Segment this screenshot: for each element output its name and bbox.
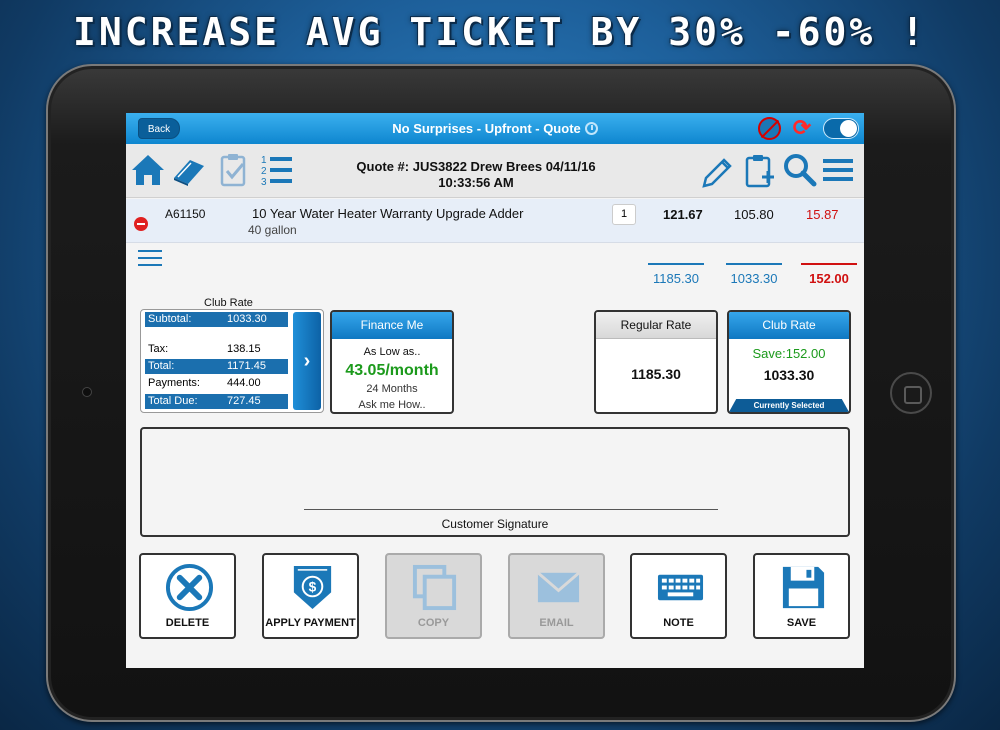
summary-row-total: Total: 1171.45: [145, 359, 288, 374]
club-rate-savings: Save:152.00: [752, 346, 826, 361]
club-rate-price: 1033.30: [763, 367, 815, 383]
apply-payment-button[interactable]: $ APPLY PAYMENT: [262, 553, 359, 639]
finance-card-header: Finance Me: [332, 312, 452, 339]
quote-time-line: 10:33:56 AM: [438, 175, 514, 190]
copy-icon: [412, 564, 457, 611]
quote-header: Quote #: JUS3822 Drew Brees 04/11/16 10:…: [326, 159, 626, 191]
signature-label: Customer Signature: [441, 517, 549, 531]
section-menu-icon[interactable]: [138, 250, 162, 266]
payment-shield-icon: $: [293, 565, 332, 610]
club-summary-title: Club Rate: [204, 297, 253, 309]
total-club: 1033.30: [726, 263, 782, 286]
quote-line-item[interactable]: A61150 10 Year Water Heater Warranty Upg…: [126, 199, 864, 243]
currently-selected-badge: Currently Selected: [729, 399, 849, 412]
delete-label: DELETE: [165, 617, 210, 629]
line-club-price: 105.80: [734, 207, 774, 222]
copy-button[interactable]: COPY: [385, 553, 482, 639]
delete-icon: [165, 563, 214, 612]
line-sub-description: 40 gallon: [248, 223, 297, 237]
summary-value: 138.15: [227, 343, 261, 355]
summary-value: 727.45: [227, 395, 261, 407]
summary-row-payments: Payments: 444.00: [145, 376, 288, 391]
summary-value: 1033.30: [227, 313, 267, 325]
no-image-icon[interactable]: [758, 117, 781, 140]
add-clipboard-icon[interactable]: [742, 152, 778, 188]
club-rate-card[interactable]: Club Rate Save:152.00 1033.30 Currently …: [727, 310, 851, 414]
title-bar: No Surprises - Upfront - Quote Back ⟳: [126, 113, 864, 144]
line-sku: A61150: [165, 207, 206, 221]
line-regular-price: 121.67: [663, 207, 703, 222]
floppy-disk-icon: [782, 566, 825, 609]
summary-label: Total:: [148, 360, 175, 372]
signature-line: [304, 509, 718, 510]
regular-rate-header: Regular Rate: [596, 312, 716, 339]
club-summary-panel: Subtotal: 1033.30 Tax: 138.15 Total: 117…: [140, 309, 324, 413]
svg-text:1: 1: [261, 155, 267, 166]
toolbar: 1 2 3 Quote #: JUS3822 Drew Brees 04/11/…: [126, 144, 864, 198]
summary-label: Total Due:: [148, 395, 198, 407]
svg-text:2: 2: [261, 166, 267, 177]
club-rate-header: Club Rate: [729, 312, 849, 339]
note-button[interactable]: NOTE: [630, 553, 727, 639]
signature-pad[interactable]: Customer Signature: [140, 427, 850, 537]
numbered-list-icon[interactable]: 1 2 3: [258, 152, 294, 188]
svg-text:$: $: [309, 579, 317, 594]
finance-intro: As Low as..: [363, 346, 421, 358]
email-button[interactable]: EMAIL: [508, 553, 605, 639]
edit-pencil-icon[interactable]: [700, 152, 736, 188]
mode-toggle[interactable]: [823, 118, 859, 139]
summary-value: 1171.45: [227, 360, 266, 372]
finance-monthly: 43.05/month: [345, 362, 439, 379]
quote-number-line: Quote #: JUS3822 Drew Brees 04/11/16: [356, 159, 596, 174]
summary-label: Tax:: [148, 343, 169, 355]
total-regular: 1185.30: [648, 263, 704, 286]
svg-text:3: 3: [261, 177, 267, 188]
email-icon: [536, 571, 581, 603]
chevron-right-icon[interactable]: ›: [293, 312, 321, 410]
line-savings: 15.87: [806, 207, 839, 222]
summary-row-total-due: Total Due: 727.45: [145, 394, 288, 409]
note-label: NOTE: [663, 617, 694, 629]
line-quantity[interactable]: 1: [612, 204, 636, 225]
promo-headline: INCREASE AVG TICKET BY 30% -60% !: [73, 10, 927, 54]
regular-rate-card[interactable]: Regular Rate 1185.30: [594, 310, 718, 414]
clock-icon[interactable]: [584, 122, 598, 135]
copy-label: COPY: [417, 617, 450, 629]
email-label: EMAIL: [539, 617, 574, 629]
summary-label: Subtotal:: [148, 313, 192, 325]
save-button[interactable]: SAVE: [753, 553, 850, 639]
remove-line-icon[interactable]: [134, 217, 148, 231]
window-title-text: No Surprises - Upfront - Quote: [392, 121, 581, 136]
summary-label: Payments:: [148, 377, 200, 389]
tablet-camera: [82, 387, 92, 397]
home-icon[interactable]: [130, 152, 166, 188]
finance-term: 24 Months: [366, 383, 418, 395]
sync-icon[interactable]: ⟳: [790, 116, 814, 140]
save-label: SAVE: [786, 617, 817, 629]
catalog-book-icon[interactable]: [170, 152, 206, 188]
total-savings: 152.00: [801, 263, 857, 286]
summary-row-tax: Tax: 138.15: [145, 342, 288, 357]
checklist-clipboard-icon[interactable]: [216, 152, 252, 188]
search-icon[interactable]: [782, 152, 818, 188]
regular-rate-price: 1185.30: [631, 366, 681, 382]
summary-row-subtotal: Subtotal: 1033.30: [145, 312, 288, 327]
summary-value: 444.00: [227, 377, 261, 389]
line-description: 10 Year Water Heater Warranty Upgrade Ad…: [252, 206, 524, 221]
keyboard-icon: [657, 574, 704, 601]
app-screen: No Surprises - Upfront - Quote Back ⟳ 1 …: [126, 113, 864, 668]
window-title: No Surprises - Upfront - Quote: [126, 113, 864, 144]
apply-payment-label: APPLY PAYMENT: [265, 617, 356, 629]
finance-cta: Ask me How..: [358, 399, 426, 411]
back-button[interactable]: Back: [138, 118, 180, 139]
finance-card[interactable]: Finance Me As Low as.. 43.05/month 24 Mo…: [330, 310, 454, 414]
hamburger-menu-icon[interactable]: [820, 152, 856, 188]
tablet-home-button[interactable]: [890, 372, 932, 414]
delete-button[interactable]: DELETE: [139, 553, 236, 639]
